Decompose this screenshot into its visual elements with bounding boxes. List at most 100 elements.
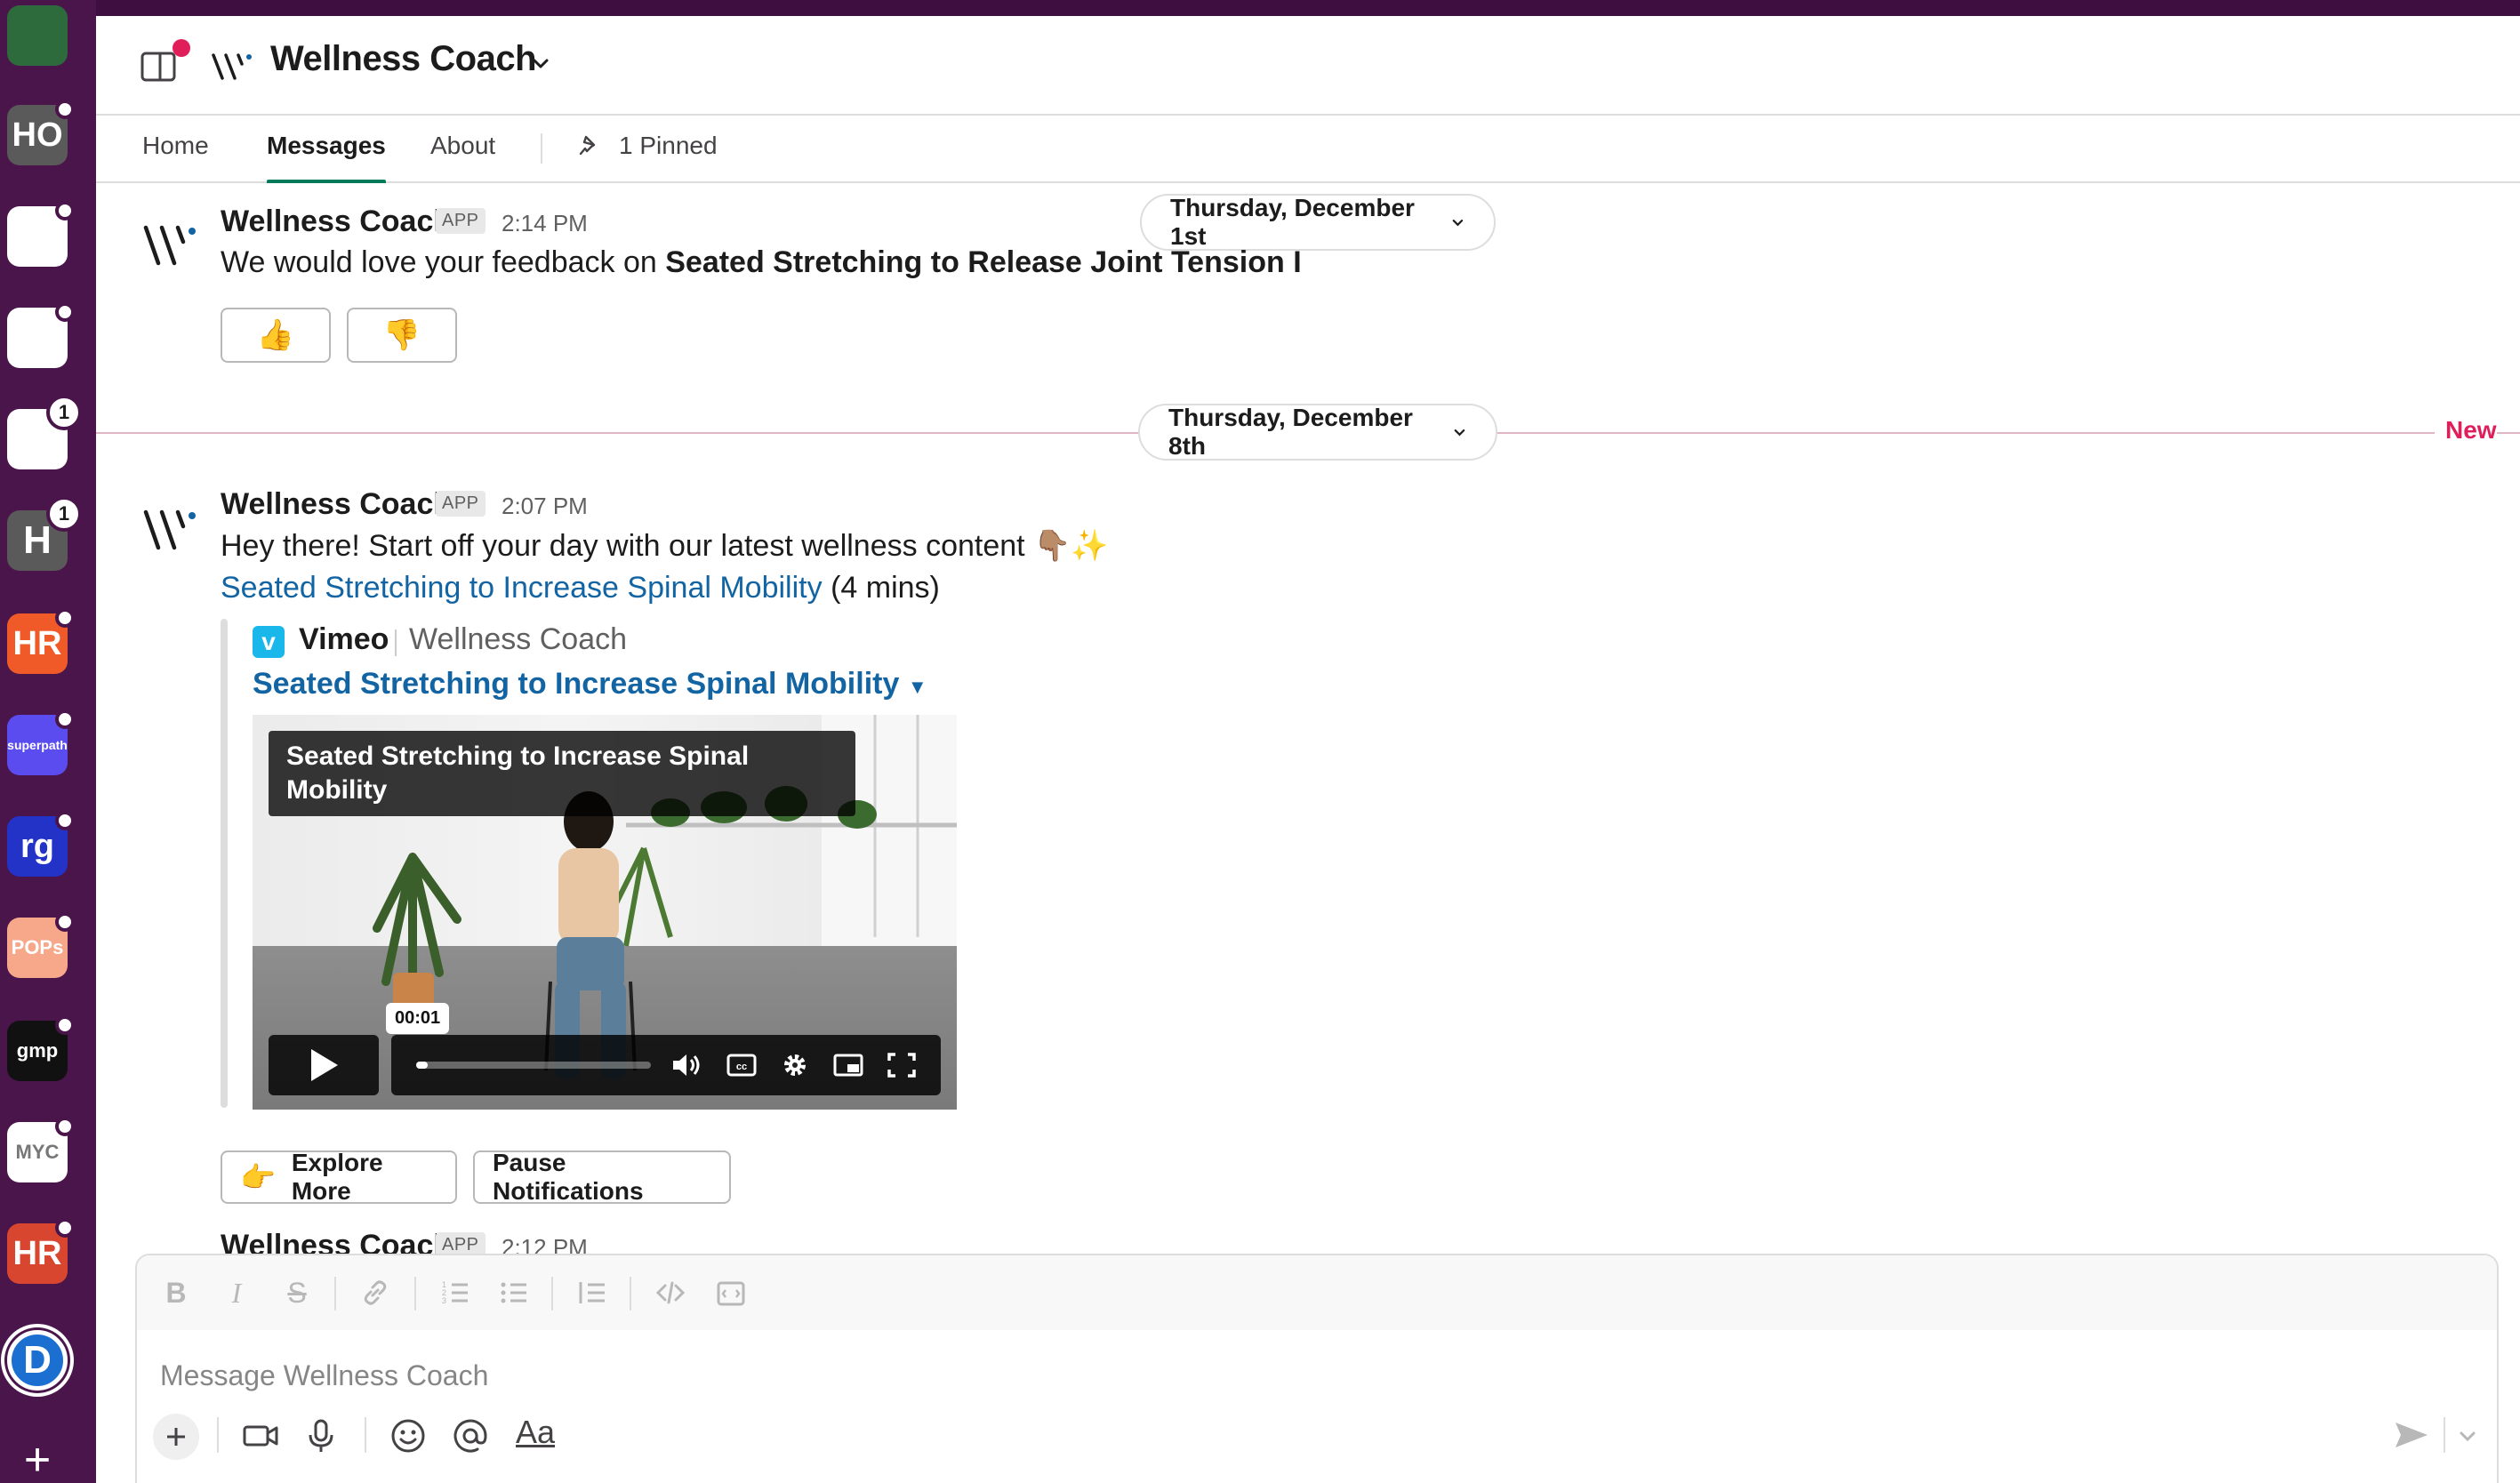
- thumbs-up-button[interactable]: 👍: [221, 308, 331, 363]
- code-icon[interactable]: [654, 1277, 686, 1309]
- attachment-provider[interactable]: Vimeo: [299, 622, 389, 657]
- workspace-superpath-label: superpath: [7, 738, 68, 752]
- explore-more-button[interactable]: 👉 Explore More: [221, 1149, 457, 1205]
- vimeo-icon: v: [253, 626, 285, 658]
- unread-dot: [55, 1218, 75, 1238]
- app-badge: APP: [436, 1232, 486, 1254]
- wellness-coach-logo-icon: [212, 53, 252, 80]
- video-progress-bar[interactable]: [416, 1062, 651, 1069]
- bulleted-list-icon[interactable]: [498, 1277, 530, 1309]
- workspace-d-label: D: [23, 1338, 52, 1382]
- app-badge: APP: [436, 491, 486, 517]
- code-block-icon[interactable]: [715, 1277, 747, 1309]
- workspace-rg-label: rg: [20, 828, 54, 865]
- settings-gear-icon[interactable]: [779, 1051, 811, 1079]
- volume-icon[interactable]: [670, 1051, 702, 1079]
- svg-text:cc: cc: [736, 1062, 747, 1072]
- video-player[interactable]: Seated Stretching to Increase Spinal Mob…: [253, 715, 957, 1110]
- workspace-h-label: H: [23, 518, 52, 562]
- video-link[interactable]: Seated Stretching to Increase Spinal Mob…: [221, 571, 823, 605]
- link-icon[interactable]: [359, 1277, 391, 1309]
- date-divider-label: Thursday, December 1st: [1170, 194, 1415, 250]
- video-duration: (4 mins): [831, 571, 940, 605]
- pinned-count[interactable]: 1 Pinned: [619, 132, 718, 160]
- unread-dot: [55, 608, 75, 628]
- mention-icon[interactable]: [450, 1415, 491, 1456]
- pause-notifications-button[interactable]: Pause Notifications: [473, 1149, 731, 1205]
- message-time[interactable]: 2:07 PM: [502, 493, 588, 520]
- italic-icon[interactable]: I: [221, 1277, 253, 1309]
- wellness-coach-avatar-icon[interactable]: [140, 505, 199, 555]
- strikethrough-icon[interactable]: S: [281, 1277, 313, 1309]
- attachment-author[interactable]: Wellness Coach: [409, 622, 627, 657]
- bold-icon[interactable]: B: [160, 1277, 192, 1309]
- unread-dot: [55, 201, 75, 220]
- send-options-chevron-icon[interactable]: [2456, 1424, 2479, 1447]
- blockquote-icon[interactable]: [576, 1277, 608, 1309]
- fullscreen-icon[interactable]: [886, 1051, 918, 1079]
- tab-about[interactable]: About: [430, 132, 495, 183]
- wellness-coach-avatar-icon[interactable]: [140, 220, 199, 270]
- date-divider-pill[interactable]: Thursday, December 8th: [1138, 404, 1497, 461]
- workspace-ho-label: HO: [12, 116, 63, 154]
- unread-dot: [55, 100, 75, 119]
- attach-plus-button[interactable]: [153, 1414, 199, 1460]
- workspace-d[interactable]: D: [7, 1330, 68, 1391]
- add-workspace-button[interactable]: +: [16, 1437, 59, 1483]
- formatting-toggle[interactable]: Aa: [516, 1414, 555, 1451]
- video-overlay-title[interactable]: Seated Stretching to Increase Spinal Mob…: [269, 731, 855, 816]
- send-icon[interactable]: [2392, 1415, 2431, 1455]
- tab-divider: [541, 133, 542, 164]
- ordered-list-icon[interactable]: 123: [439, 1277, 471, 1309]
- attachment-title[interactable]: Seated Stretching to Increase Spinal Mob…: [253, 667, 927, 701]
- message-text: Hey there! Start off your day with our l…: [221, 529, 1109, 563]
- message-link-line: Seated Stretching to Increase Spinal Mob…: [221, 571, 940, 605]
- emoji-icon[interactable]: [388, 1415, 429, 1456]
- window-top-strip: [0, 0, 2520, 16]
- closed-captions-icon[interactable]: cc: [726, 1051, 758, 1079]
- channel-title[interactable]: Wellness Coach: [270, 39, 537, 79]
- workspace-1[interactable]: [7, 5, 68, 66]
- thumbs-down-button[interactable]: 👎: [347, 308, 457, 363]
- message-sender[interactable]: Wellness Coach: [221, 1229, 452, 1254]
- tab-messages[interactable]: Messages: [267, 132, 386, 183]
- thumbs-down-icon: 👎: [382, 318, 421, 352]
- message-sender[interactable]: Wellness Coach: [221, 487, 452, 522]
- message-time[interactable]: 2:12 PM: [502, 1234, 588, 1254]
- video-camera-icon[interactable]: [240, 1415, 281, 1456]
- unread-dot: [55, 811, 75, 830]
- chevron-down-icon: [1454, 429, 1465, 437]
- video-controls: cc: [391, 1035, 941, 1095]
- tab-home[interactable]: Home: [142, 132, 209, 183]
- message-composer: B I S 123 Aa: [135, 1254, 2499, 1483]
- video-timestamp: 00:01: [386, 1003, 450, 1034]
- unread-dot: [55, 1117, 75, 1136]
- caret-down-icon[interactable]: ▼: [908, 676, 927, 698]
- unread-dot: [55, 709, 75, 729]
- mention-badge: 1: [46, 496, 82, 532]
- message-list: Wellness Coach APP 2:14 PM Thursday, Dec…: [96, 185, 2520, 1254]
- unread-dot: [55, 302, 75, 322]
- video-progress-fill: [416, 1062, 429, 1069]
- picture-in-picture-icon[interactable]: [832, 1051, 864, 1079]
- svg-text:3: 3: [442, 1296, 446, 1305]
- workspace-rail: HO 1 H 1 HR superpath rg POPs gmp MYC HR D +: [0, 0, 96, 1483]
- play-icon: [311, 1049, 338, 1081]
- chevron-down-icon: [1452, 220, 1464, 227]
- date-divider-pill[interactable]: Thursday, December 1st: [1140, 194, 1496, 251]
- message-input[interactable]: [160, 1353, 2294, 1398]
- unread-dot: [55, 1015, 75, 1035]
- chevron-down-icon[interactable]: [528, 52, 553, 76]
- workspace-hr-mavericks-label: HR: [12, 1235, 62, 1272]
- play-button[interactable]: [269, 1035, 379, 1095]
- mention-badge: 1: [46, 395, 82, 430]
- message-time[interactable]: 2:14 PM: [502, 210, 588, 237]
- pin-icon: [579, 135, 596, 156]
- date-divider-label: Thursday, December 8th: [1168, 404, 1413, 460]
- microphone-icon[interactable]: [301, 1415, 341, 1456]
- new-messages-label: New: [2435, 416, 2497, 445]
- thumbs-up-icon: 👍: [256, 318, 295, 352]
- formatting-toolbar: B I S 123: [137, 1255, 2497, 1330]
- pointing-right-icon: 👉: [240, 1161, 276, 1193]
- workspace-pops-label: POPs: [11, 936, 64, 958]
